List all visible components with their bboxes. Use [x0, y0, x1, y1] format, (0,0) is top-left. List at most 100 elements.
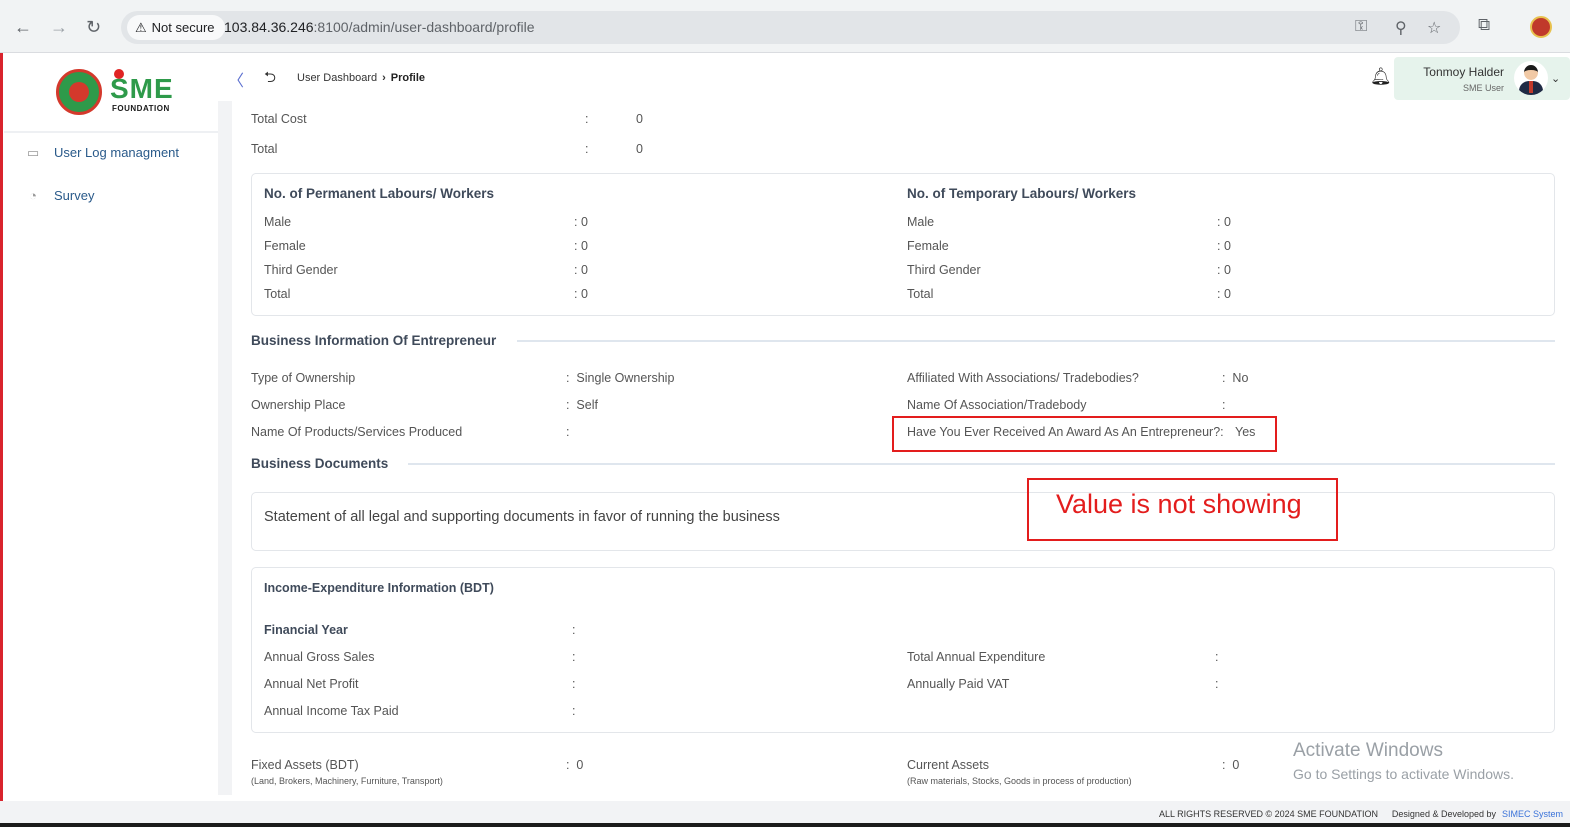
sidebar: SME FOUNDATION ▭ User Log managment ◔ Su… [4, 53, 218, 795]
total-cost-value: 0 [636, 112, 643, 126]
income-label: Annual Income Tax Paid [264, 704, 399, 718]
value-text: 0 [576, 758, 584, 772]
colon: : [572, 677, 576, 691]
total-value: 0 [636, 142, 643, 156]
labour-row-value: : 0 [574, 287, 588, 301]
colon: : [585, 112, 589, 126]
url-text[interactable]: 103.84.36.246:8100/admin/user-dashboard/… [224, 19, 535, 35]
current-assets-label: Current Assets [907, 758, 989, 772]
security-label: Not secure [151, 20, 215, 35]
breadcrumb: User Dashboard › Profile [297, 72, 425, 84]
value-text: 0 [580, 287, 588, 301]
fixed-assets-value: : 0 [566, 758, 584, 772]
labour-row-label: Male [264, 215, 292, 229]
value-text: No [1232, 371, 1249, 385]
footer-company-link[interactable]: SIMEC System [1502, 809, 1563, 819]
annotation-note: Value is not showing [1056, 489, 1302, 519]
income-label: Annual Gross Sales [264, 650, 375, 664]
avatar-head [1524, 65, 1538, 80]
sidebar-divider [4, 131, 218, 133]
avatar [1514, 61, 1548, 95]
star-icon[interactable]: ☆ [1427, 18, 1441, 38]
log-icon: ▭ [26, 144, 40, 160]
labour-row-label: Female [907, 239, 949, 253]
info-value: : [1222, 398, 1226, 412]
sme-foundation-logo[interactable]: SME FOUNDATION [56, 67, 176, 117]
reload-icon[interactable]: ↻ [86, 17, 101, 38]
fixed-assets-label: Fixed Assets (BDT) [251, 758, 359, 772]
extensions-icon[interactable]: ⧉ [1478, 15, 1490, 35]
current-assets-value: : 0 [1222, 758, 1240, 772]
labour-row-value: : 0 [1217, 263, 1231, 277]
url-host: 103.84.36.246 [224, 19, 314, 35]
labour-row-label: Third Gender [264, 263, 338, 277]
profile-avatar-icon[interactable] [1530, 16, 1552, 38]
breadcrumb-current: Profile [390, 72, 425, 84]
window-edge [0, 53, 3, 823]
labour-row-value: : 0 [1217, 215, 1231, 229]
labour-card: No. of Permanent Labours/ Workers No. of… [251, 173, 1555, 316]
section-divider [408, 463, 1555, 465]
breadcrumb-parent[interactable]: User Dashboard [297, 72, 377, 84]
value-text: Self [576, 398, 598, 412]
labour-row-value: : 0 [574, 215, 588, 229]
back-icon[interactable]: ⮌ [264, 67, 276, 92]
value-text: 0 [1223, 263, 1231, 277]
user-name: Tonmoy Halder [1423, 65, 1504, 79]
labour-row-value: : 0 [574, 239, 588, 253]
user-menu[interactable]: Tonmoy Halder SME User ⌄ [1394, 57, 1570, 100]
value-text: Single Ownership [576, 371, 675, 385]
labour-row-label: Female [264, 239, 306, 253]
back-arrow-icon[interactable]: ← [14, 17, 32, 38]
info-label: Name Of Association/Tradebody [907, 398, 1087, 412]
labour-row-label: Total [907, 287, 934, 301]
value-text: 0 [580, 239, 588, 253]
documents-title: Business Documents [251, 456, 389, 471]
total-label: Total [251, 142, 278, 156]
government-emblem-icon [56, 69, 102, 115]
current-assets-sub: (Raw materials, Stocks, Goods in process… [907, 776, 1132, 786]
info-label: Ownership Place [251, 398, 346, 412]
colon: : [572, 650, 576, 664]
colon: : [585, 142, 589, 156]
browser-toolbar: ← → ↻ ⚠ Not secure 103.84.36.246:8100/ad… [0, 0, 1570, 53]
address-bar[interactable]: ⚠ Not secure 103.84.36.246:8100/admin/us… [121, 11, 1460, 44]
key-icon[interactable]: ⚿ [1355, 18, 1367, 36]
content-gutter [218, 100, 232, 795]
zoom-icon[interactable]: ⚲ [1395, 18, 1407, 38]
colon: : [572, 623, 576, 637]
sidebar-item-survey[interactable]: ◔ Survey [24, 188, 94, 203]
collapse-sidebar-icon[interactable]: 〈 [228, 67, 244, 91]
income-label: Total Annual Expenditure [907, 650, 1046, 664]
value-text: 0 [1223, 287, 1231, 301]
labour-row-label: Third Gender [907, 263, 981, 277]
documents-card: Statement of all legal and supporting do… [251, 492, 1555, 551]
value-text: 0 [1232, 758, 1240, 772]
value-text: 0 [580, 263, 588, 277]
forward-arrow-icon[interactable]: → [50, 17, 68, 38]
security-chip[interactable]: ⚠ Not secure [127, 15, 225, 40]
documents-statement: Statement of all legal and supporting do… [264, 509, 780, 525]
sidebar-item-user-log[interactable]: ▭ User Log managment [24, 144, 180, 161]
user-role: SME User [1462, 83, 1504, 93]
financial-year-label: Financial Year [264, 623, 348, 637]
income-title: Income-Expenditure Information (BDT) [264, 581, 494, 595]
info-value: : Self [566, 398, 598, 412]
url-path: :8100/admin/user-dashboard/profile [313, 19, 535, 35]
info-label: Affiliated With Associations/ Tradebodie… [907, 371, 1139, 385]
temporary-labour-title: No. of Temporary Labours/ Workers [907, 186, 1137, 201]
labour-row-value: : 0 [574, 263, 588, 277]
sidebar-item-label: Survey [54, 188, 95, 203]
bell-icon[interactable]: 🔔︎ [1370, 67, 1392, 87]
sidebar-item-label: User Log managment [54, 145, 180, 160]
labour-row-value: : 0 [1217, 287, 1231, 301]
footer-designed: Designed & Developed by [1391, 809, 1496, 819]
labour-row-label: Total [264, 287, 291, 301]
footer: ALL RIGHTS RESERVED © 2024 SME FOUNDATIO… [0, 801, 1570, 823]
chevron-down-icon: ⌄ [1551, 73, 1561, 85]
logo-subtext: FOUNDATION [112, 104, 170, 113]
logo-text: SME [110, 73, 174, 104]
avatar-body [1519, 81, 1543, 95]
footer-rights: ALL RIGHTS RESERVED © 2024 SME FOUNDATIO… [1158, 809, 1378, 819]
info-value: : Single Ownership [566, 371, 675, 385]
